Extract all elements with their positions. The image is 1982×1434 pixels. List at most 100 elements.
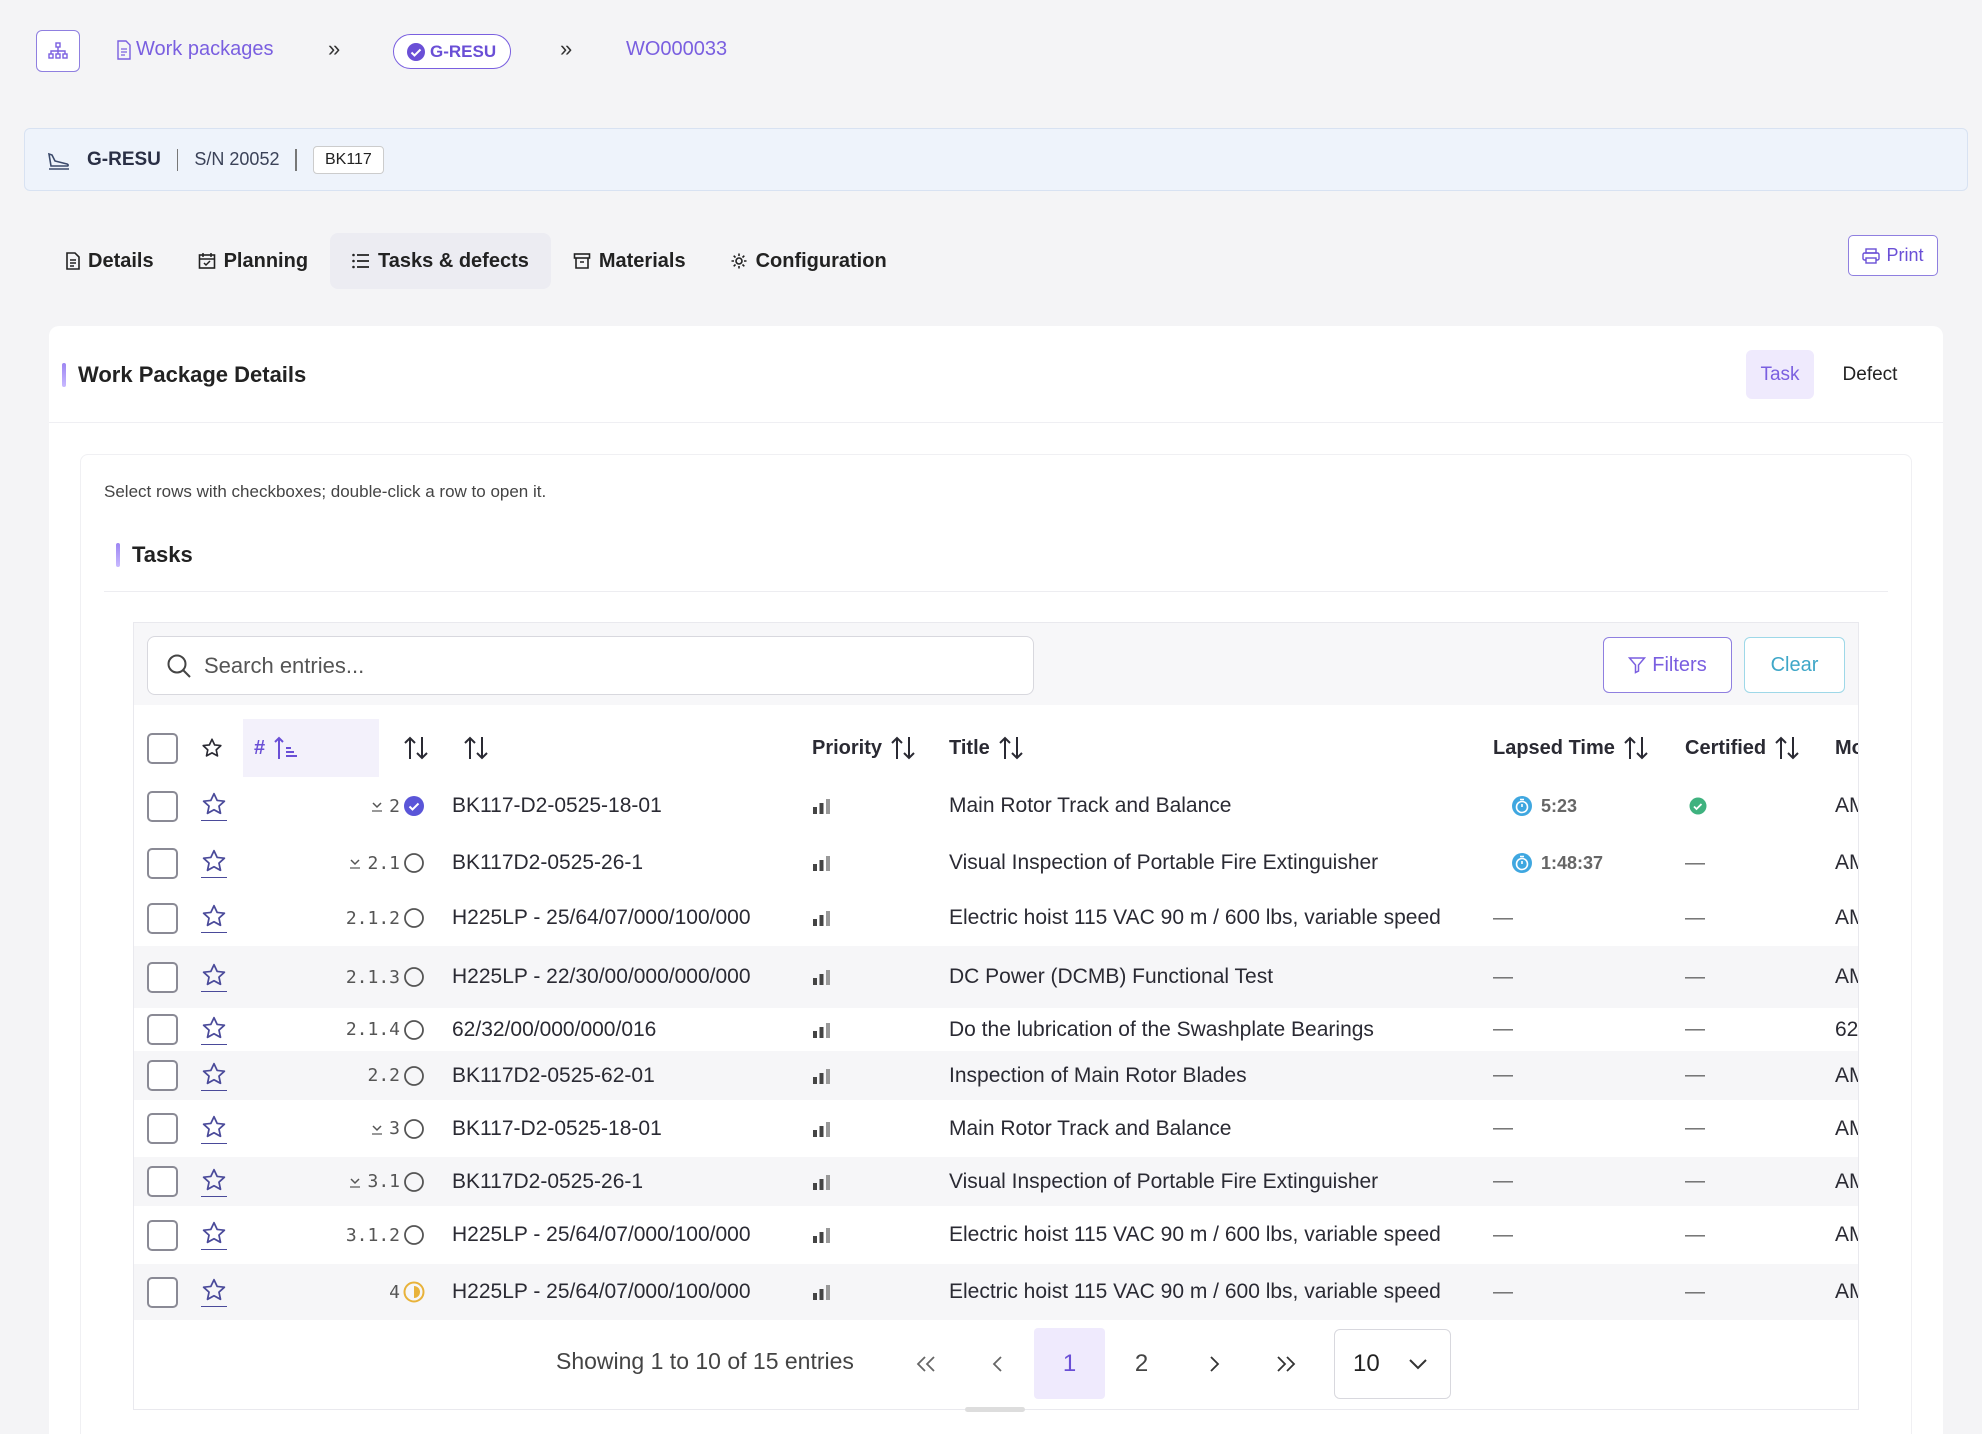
lapsed-time: 5:23	[1511, 778, 1577, 834]
chevron-double-left-icon	[916, 1355, 935, 1372]
title-column-header[interactable]: Title	[949, 718, 1024, 778]
tab-details-label: Details	[88, 249, 154, 272]
favorite-toggle[interactable]	[201, 1114, 227, 1144]
priority-cell	[812, 1264, 832, 1320]
task-number: 2.1	[314, 836, 400, 890]
favorite-column-header[interactable]	[201, 718, 223, 778]
row-checkbox[interactable]	[147, 902, 178, 934]
lapsed-column-header[interactable]: Lapsed Time	[1493, 718, 1649, 778]
aircraft-serial: S/N 20052	[194, 149, 280, 169]
row-checkbox[interactable]	[147, 1166, 178, 1197]
priority-bars-icon	[813, 1121, 830, 1137]
filters-button[interactable]: Filters	[1603, 637, 1732, 693]
search-icon	[167, 654, 191, 678]
toggle-task[interactable]: Task	[1746, 350, 1814, 399]
section-title: Tasks	[116, 542, 193, 568]
code-column-header[interactable]	[463, 718, 489, 778]
sort-ascending-icon	[274, 736, 298, 759]
clear-button[interactable]: Clear	[1744, 637, 1845, 693]
prev-page-button[interactable]	[962, 1328, 1033, 1399]
breadcrumb-aircraft[interactable]: G-RESU	[393, 34, 512, 69]
print-button[interactable]: Print	[1848, 235, 1938, 276]
favorite-toggle[interactable]	[201, 1220, 227, 1250]
page-size-select[interactable]: 10	[1334, 1329, 1451, 1399]
last-page-button[interactable]	[1250, 1328, 1321, 1399]
more-cell: AM	[1835, 1223, 1858, 1246]
table-row[interactable]: 2.2 BK117D2-0525-62-01 Inspection of Main …	[134, 1051, 1858, 1100]
task-number-text: 3.1.2	[345, 1224, 400, 1246]
priority-cell	[812, 1157, 832, 1206]
table-row[interactable]: 3.1 BK117D2-0525-26-1 Visual Inspection of…	[134, 1157, 1858, 1206]
aircraft-registration: G-RESU	[87, 148, 161, 170]
table-row[interactable]: 4 H225LP - 25/64/07/000/100/000 Electric h…	[134, 1264, 1858, 1320]
card-title-text: Work Package Details	[78, 362, 307, 387]
task-code: H225LP - 22/30/00/000/000/000	[452, 965, 751, 988]
table-row[interactable]: 2 BK117-D2-0525-18-01 Main Rotor Track and…	[134, 778, 1858, 834]
certified-column-header[interactable]: Certified	[1685, 718, 1800, 778]
favorite-toggle[interactable]	[201, 1167, 227, 1197]
row-checkbox[interactable]	[147, 1219, 178, 1251]
tab-tasks-defects[interactable]: Tasks & defects	[330, 233, 551, 289]
table-row[interactable]: 2.1.4 62/32/00/000/000/016 Do the lubricat…	[134, 1008, 1858, 1051]
page-size-value: 10	[1353, 1350, 1380, 1377]
lapsed-time-empty: —	[1493, 1223, 1513, 1246]
breadcrumb-aircraft-label: G-RESU	[430, 41, 497, 61]
search-input[interactable]	[204, 652, 984, 679]
page-button-2[interactable]: 2	[1106, 1328, 1177, 1399]
tab-materials[interactable]: Materials	[551, 233, 708, 289]
pagination-info: Showing 1 to 10 of 15 entries	[556, 1348, 854, 1374]
favorite-toggle[interactable]	[201, 1061, 227, 1091]
task-number-text: 2.1.2	[345, 907, 400, 929]
search-field[interactable]	[147, 636, 1034, 695]
favorite-toggle[interactable]	[201, 1015, 227, 1045]
row-checkbox[interactable]	[147, 1276, 178, 1308]
status-column-header[interactable]	[403, 718, 429, 778]
completed-status-icon	[404, 796, 424, 816]
table-row[interactable]: 3 BK117-D2-0525-18-01 Main Rotor Track and…	[134, 1100, 1858, 1157]
priority-column-header[interactable]: Priority	[812, 718, 916, 778]
task-code: BK117D2-0525-26-1	[452, 851, 644, 874]
breadcrumb-work-packages[interactable]: Work packages	[116, 38, 273, 61]
table-row[interactable]: 2.1.2 H225LP - 25/64/07/000/100/000 Electr…	[134, 890, 1858, 946]
task-title: DC Power (DCMB) Functional Test	[949, 965, 1274, 988]
priority-bars-icon	[813, 856, 830, 871]
open-status-icon	[404, 1225, 424, 1245]
certified-check-icon	[1689, 797, 1707, 815]
page-button-1[interactable]: 1	[1034, 1328, 1105, 1399]
breadcrumb-work-order[interactable]: WO000033	[626, 38, 727, 61]
toggle-defect[interactable]: Defect	[1820, 350, 1920, 399]
row-checkbox[interactable]	[147, 1014, 178, 1045]
tab-configuration-label: Configuration	[755, 249, 887, 272]
expand-caret-icon	[372, 802, 383, 812]
next-page-button[interactable]	[1178, 1328, 1249, 1399]
hierarchy-home-button[interactable]	[36, 30, 80, 72]
table-header: # Priority Title Lapsed Time Certified M…	[134, 718, 1858, 778]
table-row[interactable]: 2.1 BK117D2-0525-26-1 Visual Inspection of…	[134, 836, 1858, 890]
favorite-toggle[interactable]	[201, 791, 227, 821]
row-checkbox[interactable]	[147, 790, 178, 822]
sort-icon	[1624, 736, 1648, 760]
hierarchy-icon	[48, 42, 68, 59]
favorite-toggle[interactable]	[201, 848, 227, 878]
lapsed-time-text: 5:23	[1541, 795, 1578, 816]
table-row[interactable]: 3.1.2 H225LP - 25/64/07/000/100/000 Electr…	[134, 1206, 1858, 1264]
row-checkbox[interactable]	[147, 1060, 178, 1091]
row-checkbox[interactable]	[147, 1113, 178, 1144]
more-column-header[interactable]: Mo	[1835, 718, 1858, 778]
lapsed-time-empty: —	[1493, 965, 1513, 988]
row-checkbox[interactable]	[147, 847, 178, 879]
tab-configuration[interactable]: Configuration	[708, 233, 909, 289]
tab-planning[interactable]: Planning	[176, 233, 330, 289]
more-cell: 62	[1835, 1017, 1858, 1041]
first-page-button[interactable]	[890, 1328, 961, 1399]
favorite-toggle[interactable]	[201, 903, 227, 933]
select-all-checkbox[interactable]	[147, 732, 178, 764]
number-column-header[interactable]: #	[254, 718, 299, 778]
certified-cell	[1689, 778, 1707, 834]
table-row[interactable]: 2.1.3 H225LP - 22/30/00/000/000/000 DC Pow…	[134, 946, 1858, 1008]
print-button-label: Print	[1886, 245, 1924, 265]
tab-details[interactable]: Details	[44, 233, 176, 289]
row-checkbox[interactable]	[147, 961, 178, 993]
favorite-toggle[interactable]	[201, 962, 227, 992]
favorite-toggle[interactable]	[201, 1277, 227, 1307]
